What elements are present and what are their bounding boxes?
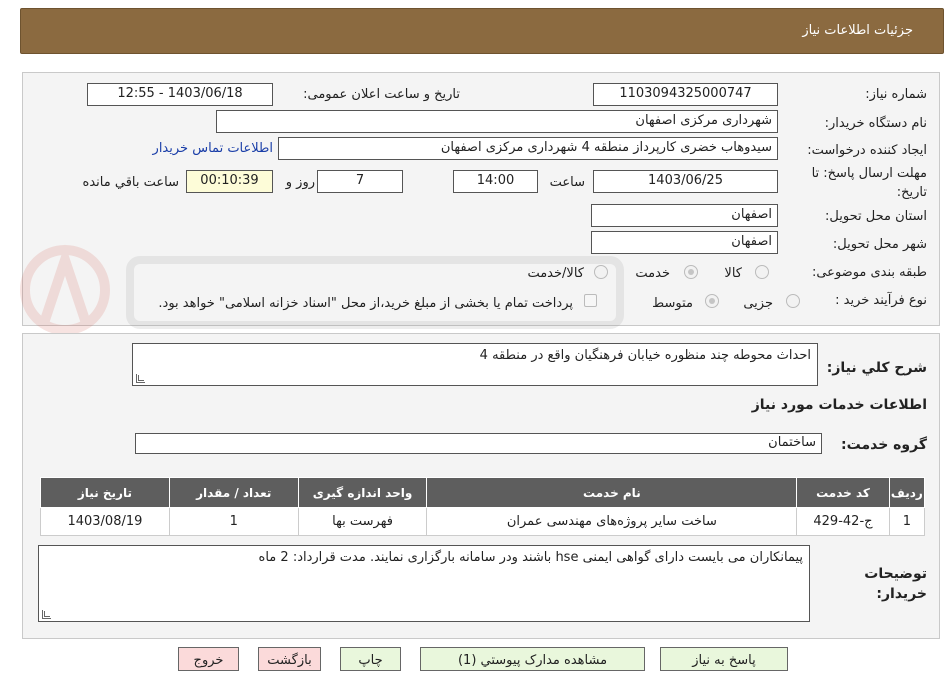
category-service-label: خدمت <box>635 266 670 281</box>
cell-need-date: 1403/08/19 <box>40 507 170 536</box>
days-label: روز و <box>285 175 315 190</box>
cell-quantity: 1 <box>168 507 299 536</box>
col-need-date: تاریخ نیاز <box>40 477 170 508</box>
process-medium-radio[interactable] <box>705 294 719 308</box>
buyer-notes-textarea: پیمانکاران می بایست دارای گواهی ایمنی hs… <box>38 545 810 622</box>
cell-service-code: ج-42-429 <box>796 507 890 536</box>
page-header: جزئیات اطلاعات نیاز <box>20 8 944 54</box>
deadline-date-field: 1403/06/25 <box>593 170 778 193</box>
buyer-org-label: نام دستگاه خریدار: <box>824 116 927 131</box>
cell-service-name: ساخت سایر پروژه‌های مهندسی عمران <box>426 507 798 536</box>
services-table: ردیف کد خدمت نام خدمت واحد اندازه گیری ت… <box>40 477 926 536</box>
resize-grip-icon[interactable] <box>136 374 145 383</box>
buyer-notes-label: توضیحات <box>864 566 927 582</box>
reply-button[interactable]: پاسخ به نياز <box>660 647 788 671</box>
deadline-time-field: 14:00 <box>453 170 538 193</box>
process-small-radio[interactable] <box>786 294 800 308</box>
deadline-label-date: تاریخ: <box>896 185 927 200</box>
category-goods-label: کالا <box>724 266 742 281</box>
category-label: طبقه بندی موضوعی: <box>811 265 927 280</box>
province-label: استان محل تحویل: <box>825 209 927 224</box>
buyer-org-field: شهرداری مرکزی اصفهان <box>216 110 778 133</box>
description-label: شرح کلي نياز: <box>826 360 927 376</box>
service-group-field: ساختمان <box>135 433 822 454</box>
process-medium-label: متوسط <box>652 296 693 311</box>
table-row: 1 ج-42-429 ساخت سایر پروژه‌های مهندسی عم… <box>40 507 926 536</box>
services-section-title: اطلاعات خدمات مورد نیاز <box>751 397 927 413</box>
col-service-code: کد خدمت <box>796 477 890 508</box>
col-unit: واحد اندازه گیری <box>297 477 428 508</box>
col-quantity: تعداد / مقدار <box>168 477 299 508</box>
col-service-name: نام خدمت <box>426 477 798 508</box>
watermark-logo-icon <box>20 244 624 335</box>
table-header-row: ردیف کد خدمت نام خدمت واحد اندازه گیری ت… <box>40 477 926 508</box>
process-small-label: جزیی <box>743 296 773 311</box>
province-field: اصفهان <box>591 204 778 227</box>
need-number-label: شماره نیاز: <box>865 87 927 102</box>
exit-button[interactable]: خروج <box>178 647 239 671</box>
description-textarea: احداث محوطه چند منظوره خیابان فرهنگیان و… <box>132 343 818 386</box>
buyer-notes-label-2: خریدار: <box>876 586 927 602</box>
print-button[interactable]: چاپ <box>340 647 401 671</box>
view-attachments-button[interactable]: مشاهده مدارک پیوستي (1) <box>420 647 645 671</box>
buyer-contact-link[interactable]: اطلاعات تماس خریدار <box>153 141 273 156</box>
process-label: نوع فرآیند خرید : <box>835 293 927 308</box>
category-goods-radio[interactable] <box>755 265 769 279</box>
announce-field: 1403/06/18 - 12:55 <box>87 83 273 106</box>
requester-label: ایجاد کننده درخواست: <box>807 143 927 158</box>
buyer-notes-text: پیمانکاران می بایست دارای گواهی ایمنی hs… <box>258 550 803 565</box>
category-service-radio[interactable] <box>684 265 698 279</box>
service-group-label: گروه خدمت: <box>841 437 927 453</box>
deadline-time-label: ساعت <box>549 175 585 190</box>
cell-row: 1 <box>888 507 926 536</box>
page-title: جزئیات اطلاعات نیاز <box>802 23 913 38</box>
need-number-field: 1103094325000747 <box>593 83 778 106</box>
description-text: احداث محوطه چند منظوره خیابان فرهنگیان و… <box>479 348 811 363</box>
deadline-label: مهلت ارسال پاسخ: تا <box>811 166 927 181</box>
remaining-label: ساعت باقي مانده <box>82 175 179 190</box>
back-button[interactable]: بازگشت <box>258 647 321 671</box>
cell-unit: فهرست بها <box>297 507 428 536</box>
remaining-time-field: 00:10:39 <box>186 170 273 193</box>
announce-label: تاریخ و ساعت اعلان عمومی: <box>303 87 460 102</box>
requester-field: سیدوهاب خضری کارپرداز منطقه 4 شهرداری مر… <box>278 137 778 160</box>
resize-grip-icon[interactable] <box>42 610 51 619</box>
col-row: ردیف <box>888 477 926 508</box>
city-label: شهر محل تحویل: <box>832 237 927 252</box>
days-field: 7 <box>317 170 403 193</box>
